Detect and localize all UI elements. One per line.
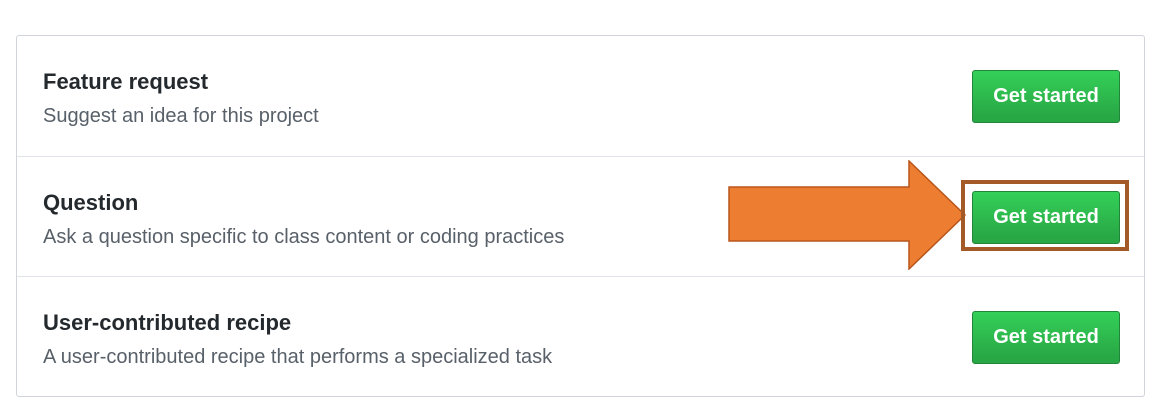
template-row-feature-request: Feature request Suggest an idea for this… <box>17 36 1144 156</box>
template-row-user-contributed-recipe: User-contributed recipe A user-contribut… <box>17 276 1144 396</box>
get-started-button[interactable]: Get started <box>972 311 1120 364</box>
get-started-button[interactable]: Get started <box>972 70 1120 123</box>
template-description: Ask a question specific to class content… <box>43 226 565 248</box>
template-title: User-contributed recipe <box>43 310 292 335</box>
arrow-shape <box>728 160 967 270</box>
template-title: Feature request <box>43 69 209 94</box>
template-description: Suggest an idea for this project <box>43 105 319 127</box>
highlight-box <box>961 180 1129 251</box>
template-description: A user-contributed recipe that performs … <box>43 346 553 368</box>
template-title: Question <box>43 190 139 215</box>
right-arrow-icon <box>728 160 967 270</box>
